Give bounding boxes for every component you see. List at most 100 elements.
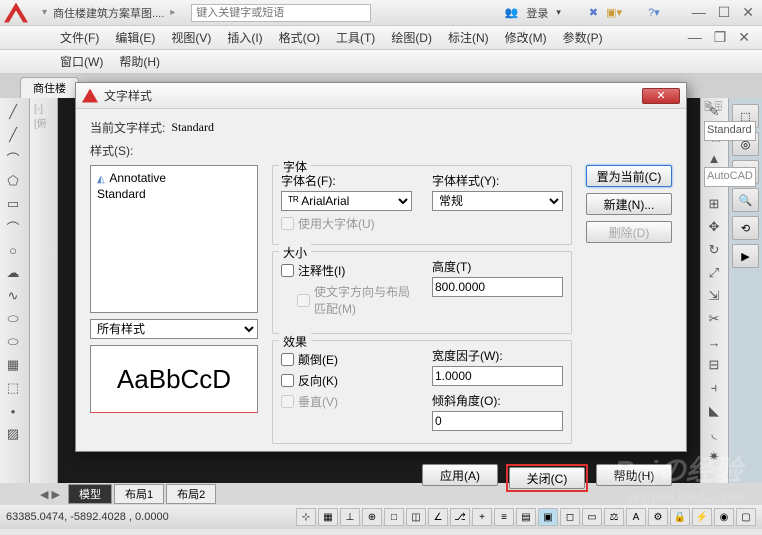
annovis-icon[interactable]: A [626,508,646,526]
tpy-toggle-icon[interactable]: ▤ [516,508,536,526]
zoom-icon[interactable]: 🔍 [732,188,759,212]
polygon-tool-icon[interactable]: ⬠ [2,171,24,191]
qp-toggle-icon[interactable]: ▣ [538,508,558,526]
stretch-tool-icon[interactable]: ⇲ [703,286,725,306]
doc-close-button[interactable]: ✕ [734,29,754,46]
otrack-toggle-icon[interactable]: ∠ [428,508,448,526]
snap-toggle-icon[interactable]: ⊹ [296,508,316,526]
menu-help[interactable]: 帮助(H) [119,53,160,70]
help-icon[interactable]: ?▾ [648,6,660,19]
maximize-button[interactable]: ☐ [714,4,735,21]
help-search-input[interactable] [191,4,371,22]
clean-screen-icon[interactable]: ▢ [736,508,756,526]
insert-tool-icon[interactable]: ▦ [2,355,24,375]
polar-toggle-icon[interactable]: ⊕ [362,508,382,526]
login-label[interactable]: 登录 [526,5,548,21]
close-dialog-button[interactable]: 关闭(C) [509,467,585,489]
dialog-titlebar[interactable]: 文字样式 ✕ [76,83,686,109]
join-tool-icon[interactable]: ⫞ [703,378,725,398]
help-button[interactable]: 帮助(H) [596,464,672,486]
line-tool-icon[interactable]: ╱ [2,102,24,122]
doc-restore-button[interactable]: ❐ [710,29,731,46]
menu-window[interactable]: 窗口(W) [60,53,103,70]
exchange-icon[interactable]: ✖ [589,6,598,19]
explode-tool-icon[interactable]: ✷ [703,447,725,467]
menu-file[interactable]: 文件(F) [60,29,99,46]
close-button[interactable]: ✕ [738,4,758,21]
font-style-select[interactable]: 常规 [432,191,563,211]
style-filter-select[interactable]: 所有样式 [90,319,258,339]
scale-tool-icon[interactable]: ⤢ [703,263,725,283]
set-current-button[interactable]: 置为当前(C) [586,165,672,187]
minimize-button[interactable]: — [688,4,710,21]
backwards-checkbox[interactable]: 反向(K) [281,372,412,389]
lwt-toggle-icon[interactable]: ≡ [494,508,514,526]
ducs-toggle-icon[interactable]: ⎇ [450,508,470,526]
styles-listbox[interactable]: ◭ Annotative Standard [90,165,258,313]
dyn-toggle-icon[interactable]: + [472,508,492,526]
spline-tool-icon[interactable]: ∿ [2,286,24,306]
showmotion-icon[interactable]: ▶ [732,244,759,268]
orbit-icon[interactable]: ⟲ [732,216,759,240]
dialog-close-button[interactable]: ✕ [642,88,680,104]
extend-tool-icon[interactable]: → [703,332,725,352]
ellipse-tool-icon[interactable]: ⬭ [2,309,24,329]
fillet-tool-icon[interactable]: ◟ [703,424,725,444]
point-tool-icon[interactable]: • [2,401,24,421]
menu-insert[interactable]: 插入(I) [227,29,262,46]
trim-tool-icon[interactable]: ✂ [703,309,725,329]
isolate-icon[interactable]: ◉ [714,508,734,526]
menu-dimension[interactable]: 标注(N) [448,29,489,46]
style-standard-box[interactable]: Standard [704,121,756,141]
toolbar-lock-icon[interactable]: 🔒 [670,508,690,526]
rectangle-tool-icon[interactable]: ▭ [2,194,24,214]
doc-minimize-button[interactable]: — [684,29,706,46]
rotate-tool-icon[interactable]: ↻ [703,240,725,260]
tab-nav-icon[interactable]: ◀ ▶ [40,488,60,501]
break-tool-icon[interactable]: ⊟ [703,355,725,375]
move-tool-icon[interactable]: ✥ [703,217,725,237]
hardware-accel-icon[interactable]: ⚡ [692,508,712,526]
document-tab[interactable]: 商住楼 [20,77,79,98]
array-tool-icon[interactable]: ⊞ [703,194,725,214]
circle-tool-icon[interactable]: ○ [2,240,24,260]
font-name-select[interactable]: ᵀᴿ ArialArial [281,191,412,211]
revcloud-tool-icon[interactable]: ☁ [2,263,24,283]
apply-button[interactable]: 应用(A) [422,464,498,486]
stay-connected-icon[interactable]: ▣▾ [606,6,622,19]
width-factor-input[interactable] [432,366,563,386]
upside-down-checkbox[interactable]: 颠倒(E) [281,351,412,368]
xline-tool-icon[interactable]: ╱ [2,125,24,145]
ws-switch-icon[interactable]: ⚙ [648,508,668,526]
oblique-input[interactable] [432,411,563,431]
ellipse-arc-tool-icon[interactable]: ⬭ [2,332,24,352]
menu-format[interactable]: 格式(O) [279,29,320,46]
polyline-tool-icon[interactable]: ⌒ [2,148,24,168]
menu-view[interactable]: 视图(V) [171,29,211,46]
chamfer-tool-icon[interactable]: ◣ [703,401,725,421]
menu-param[interactable]: 参数(P) [563,29,603,46]
menu-tools[interactable]: 工具(T) [336,29,375,46]
hatch-tool-icon[interactable]: ▨ [2,424,24,444]
infocenter-icon[interactable]: 👥 [505,6,519,19]
new-button[interactable]: 新建(N)... [586,193,672,215]
arc-tool-icon[interactable]: ⌒ [2,217,24,237]
recent-dropdown-icon[interactable]: ▸ [170,7,175,18]
osnap-toggle-icon[interactable]: □ [384,508,404,526]
style-item-label[interactable]: Standard [97,187,146,201]
qat-dropdown-icon[interactable]: ▾ [42,7,47,18]
sc-toggle-icon[interactable]: ◻ [560,508,580,526]
login-dropdown-icon[interactable]: ▾ [556,7,561,18]
menu-draw[interactable]: 绘图(D) [391,29,432,46]
annotative-checkbox[interactable]: 注释性(I) [281,262,412,279]
menu-edit[interactable]: 编辑(E) [115,29,155,46]
style-item-label[interactable]: Annotative [109,171,166,185]
ortho-toggle-icon[interactable]: ⊥ [340,508,360,526]
height-input[interactable] [432,277,563,297]
menu-modify[interactable]: 修改(M) [505,29,547,46]
grid-toggle-icon[interactable]: ▦ [318,508,338,526]
model-toggle-icon[interactable]: ▭ [582,508,602,526]
3dosnap-toggle-icon[interactable]: ◫ [406,508,426,526]
annoscale-icon[interactable]: ⚖ [604,508,624,526]
block-tool-icon[interactable]: ⬚ [2,378,24,398]
